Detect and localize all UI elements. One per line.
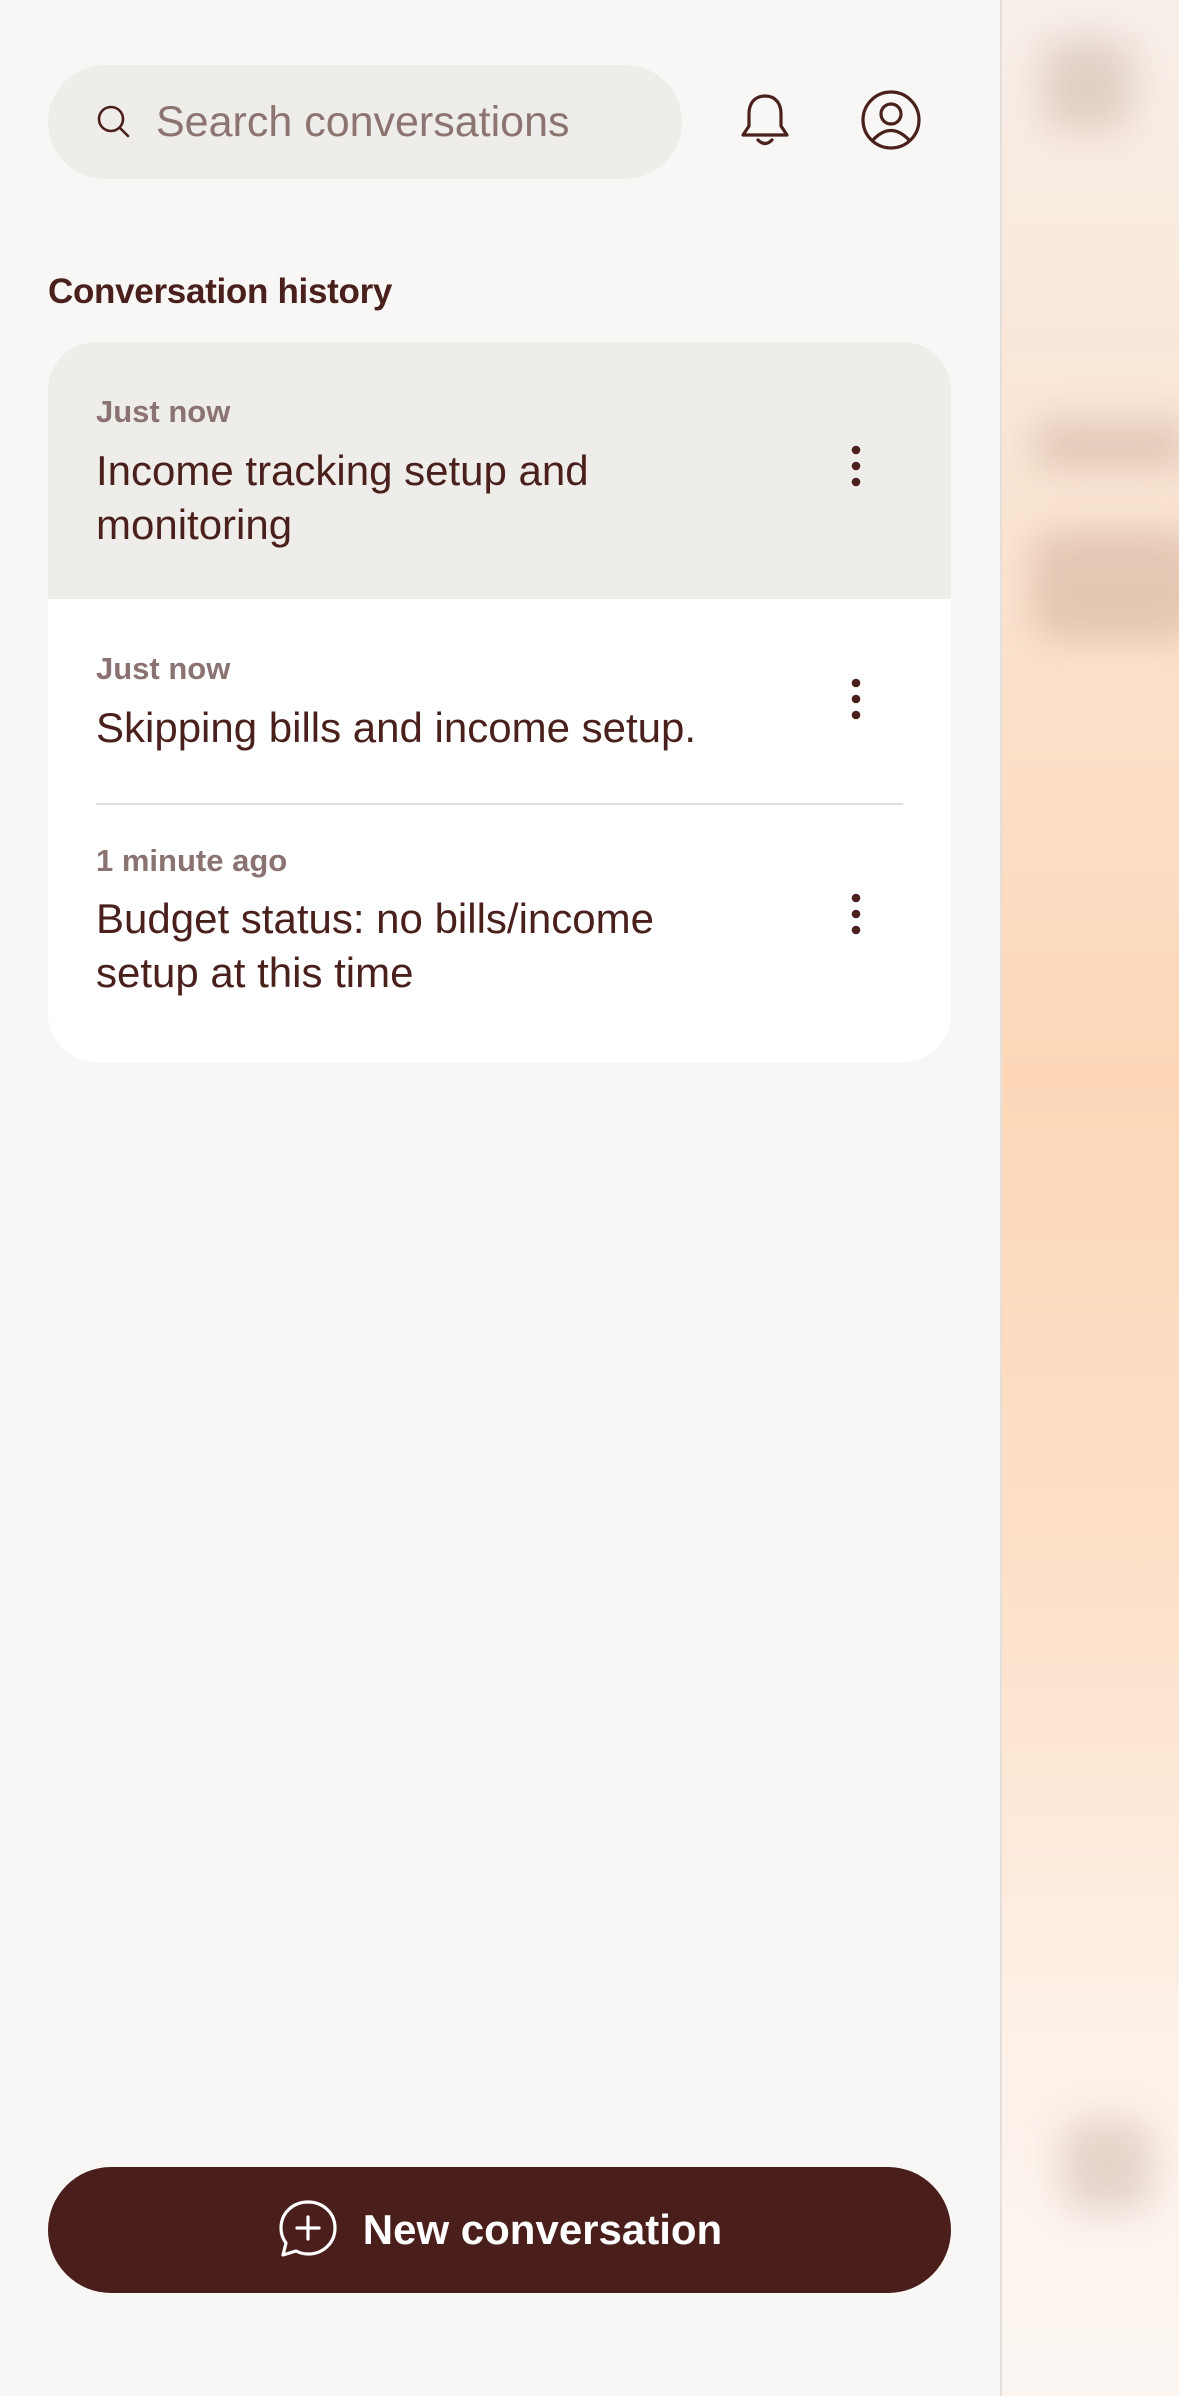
app-root: Conversation history Just now Income tra… — [0, 0, 1179, 2396]
more-vertical-icon — [850, 893, 862, 940]
conversation-title: Income tracking setup and monitoring — [96, 447, 589, 548]
more-vertical-icon — [850, 445, 862, 492]
section-title: Conversation history — [48, 272, 393, 311]
more-options-button[interactable] — [828, 673, 884, 729]
user-circle-icon — [860, 89, 922, 156]
more-options-button[interactable] — [828, 440, 884, 496]
drawer-edge — [1000, 0, 1002, 2396]
search-bar[interactable] — [48, 65, 682, 179]
conversation-title: Budget status: no bills/income setup at … — [96, 895, 654, 996]
bell-icon — [737, 90, 793, 155]
new-conversation-button[interactable]: New conversation — [48, 2167, 951, 2293]
search-input[interactable] — [154, 96, 678, 148]
conversation-list: Just now Income tracking setup and monit… — [48, 342, 951, 1062]
conversation-item-3[interactable]: 1 minute ago Budget status: no bills/inc… — [48, 805, 951, 1062]
conversation-item-2[interactable]: Just now Skipping bills and income setup… — [48, 599, 951, 807]
more-vertical-icon — [850, 678, 862, 725]
conversation-time: 1 minute ago — [96, 843, 288, 878]
conversation-time: Just now — [96, 394, 231, 429]
notifications-button[interactable] — [723, 80, 807, 164]
conversation-time: Just now — [96, 651, 231, 686]
conversation-item-1[interactable]: Just now Income tracking setup and monit… — [48, 342, 951, 599]
new-conversation-label: New conversation — [362, 2206, 723, 2253]
search-icon — [94, 102, 134, 142]
profile-button[interactable] — [849, 80, 933, 164]
conversation-drawer: Conversation history Just now Income tra… — [0, 0, 1000, 2396]
blurred-main-screen[interactable] — [1002, 0, 1179, 2396]
more-options-button[interactable] — [828, 888, 884, 944]
conversation-title: Skipping bills and income setup. — [96, 704, 697, 751]
chat-plus-icon — [277, 2198, 339, 2263]
